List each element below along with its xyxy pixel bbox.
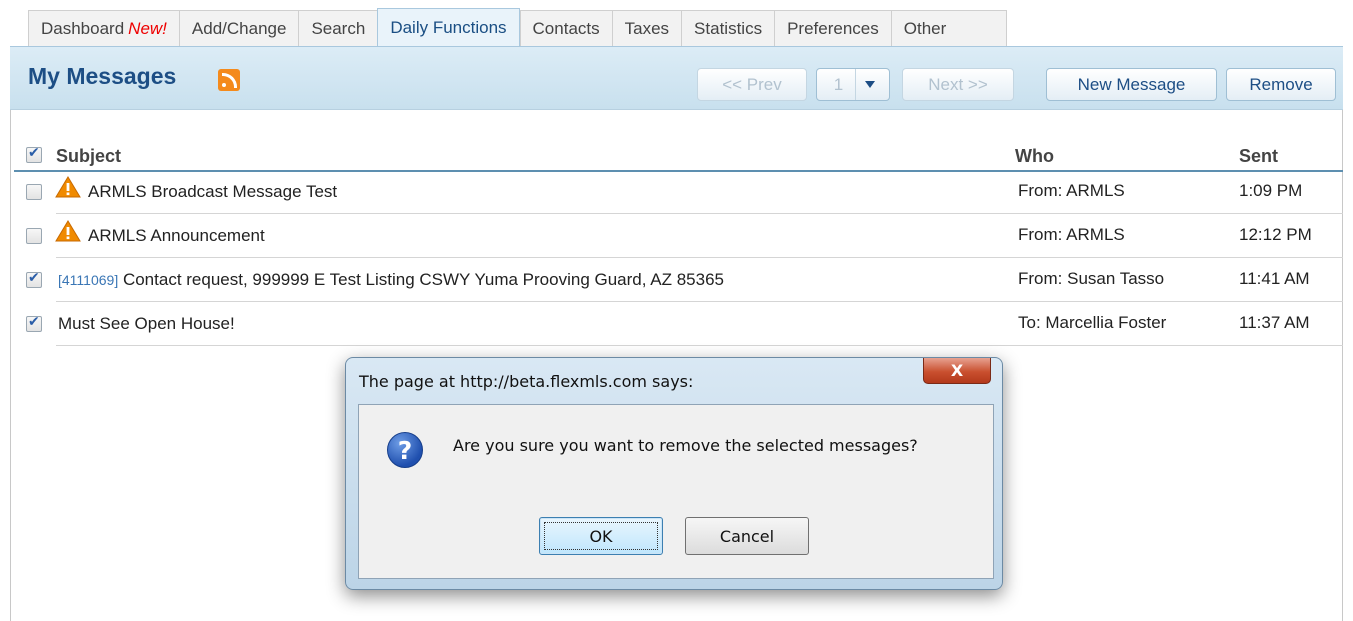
row-checkbox[interactable] (26, 314, 42, 332)
new-message-button[interactable]: New Message (1046, 68, 1217, 101)
new-badge: New! (128, 19, 167, 38)
chevron-down-icon (856, 81, 884, 88)
cancel-button[interactable]: Cancel (685, 517, 809, 555)
table-row[interactable]: Must See Open House! To: Marcellia Foste… (14, 302, 1343, 346)
message-sent: 1:09 PM (1239, 181, 1303, 200)
tabs: Dashboard New! Add/Change Search Daily Fu… (28, 8, 1008, 46)
rss-feed-icon[interactable] (218, 69, 240, 91)
message-who: From: ARMLS (1018, 225, 1125, 244)
message-subject: Contact request, 999999 E Test Listing C… (122, 270, 724, 289)
messages-header: My Messages << Prev 1 Next >> New Messag… (10, 46, 1343, 110)
page-number: 1 (822, 69, 856, 100)
message-sent: 11:41 AM (1239, 269, 1310, 288)
tab-preferences[interactable]: Preferences (774, 10, 891, 46)
message-who: From: Susan Tasso (1018, 269, 1165, 288)
warning-triangle-icon (55, 176, 81, 198)
column-subject: Subject (56, 146, 122, 166)
dialog-body: ? Are you sure you want to remove the se… (358, 404, 994, 579)
listing-reference-link[interactable]: [4111069] (58, 272, 118, 288)
message-subject-line: [4111069] Contact request, 999999 E Test… (58, 270, 724, 290)
message-who: To: Marcellia Foster (1018, 313, 1167, 332)
row-divider (56, 345, 1343, 346)
tab-add-change[interactable]: Add/Change (178, 10, 299, 46)
warning-triangle-icon (55, 220, 81, 242)
message-subject: ARMLS Broadcast Message Test (88, 182, 338, 201)
message-sent: 11:37 AM (1239, 313, 1310, 332)
tab-dashboard[interactable]: Dashboard New! (28, 10, 179, 46)
tab-taxes[interactable]: Taxes (611, 10, 682, 46)
select-all-checkbox[interactable] (26, 145, 42, 163)
dialog-message: Are you sure you want to remove the sele… (453, 436, 918, 455)
table-row[interactable]: ARMLS Broadcast Message Test From: ARMLS… (14, 170, 1343, 214)
tab-dashboard-label: Dashboard (41, 19, 125, 38)
page-title: My Messages (28, 63, 177, 89)
row-checkbox[interactable] (26, 270, 42, 288)
message-who: From: ARMLS (1018, 181, 1125, 200)
tab-daily-functions[interactable]: Daily Functions (377, 8, 520, 46)
message-subject: ARMLS Announcement (88, 226, 265, 245)
next-page-button[interactable]: Next >> (902, 68, 1014, 101)
message-subject: Must See Open House! (58, 314, 235, 333)
table-row[interactable]: [4111069] Contact request, 999999 E Test… (14, 258, 1343, 302)
tab-bar: Dashboard New! Add/Change Search Daily Fu… (0, 0, 1353, 46)
ok-button[interactable]: OK (539, 517, 663, 555)
tab-contacts[interactable]: Contacts (519, 10, 612, 46)
prev-page-button[interactable]: << Prev (697, 68, 807, 101)
focus-ring (544, 522, 658, 550)
column-who: Who (1015, 146, 1054, 166)
message-sent: 12:12 PM (1239, 225, 1312, 244)
messages-table-header: Subject Who Sent (14, 142, 1343, 172)
column-sent: Sent (1239, 146, 1279, 166)
tab-statistics[interactable]: Statistics (681, 10, 775, 46)
dialog-title: The page at http://beta.flexmls.com says… (359, 372, 694, 391)
page-select[interactable]: 1 (816, 68, 890, 101)
confirm-dialog: The page at http://beta.flexmls.com says… (345, 357, 1003, 590)
table-row[interactable]: ARMLS Announcement From: ARMLS 12:12 PM (14, 214, 1343, 258)
tab-search[interactable]: Search (298, 10, 378, 46)
question-icon: ? (387, 432, 423, 468)
remove-button[interactable]: Remove (1226, 68, 1336, 101)
row-checkbox[interactable] (26, 228, 42, 244)
close-icon[interactable]: X (923, 358, 991, 384)
tab-other[interactable]: Other (890, 10, 1008, 46)
row-checkbox[interactable] (26, 184, 42, 200)
